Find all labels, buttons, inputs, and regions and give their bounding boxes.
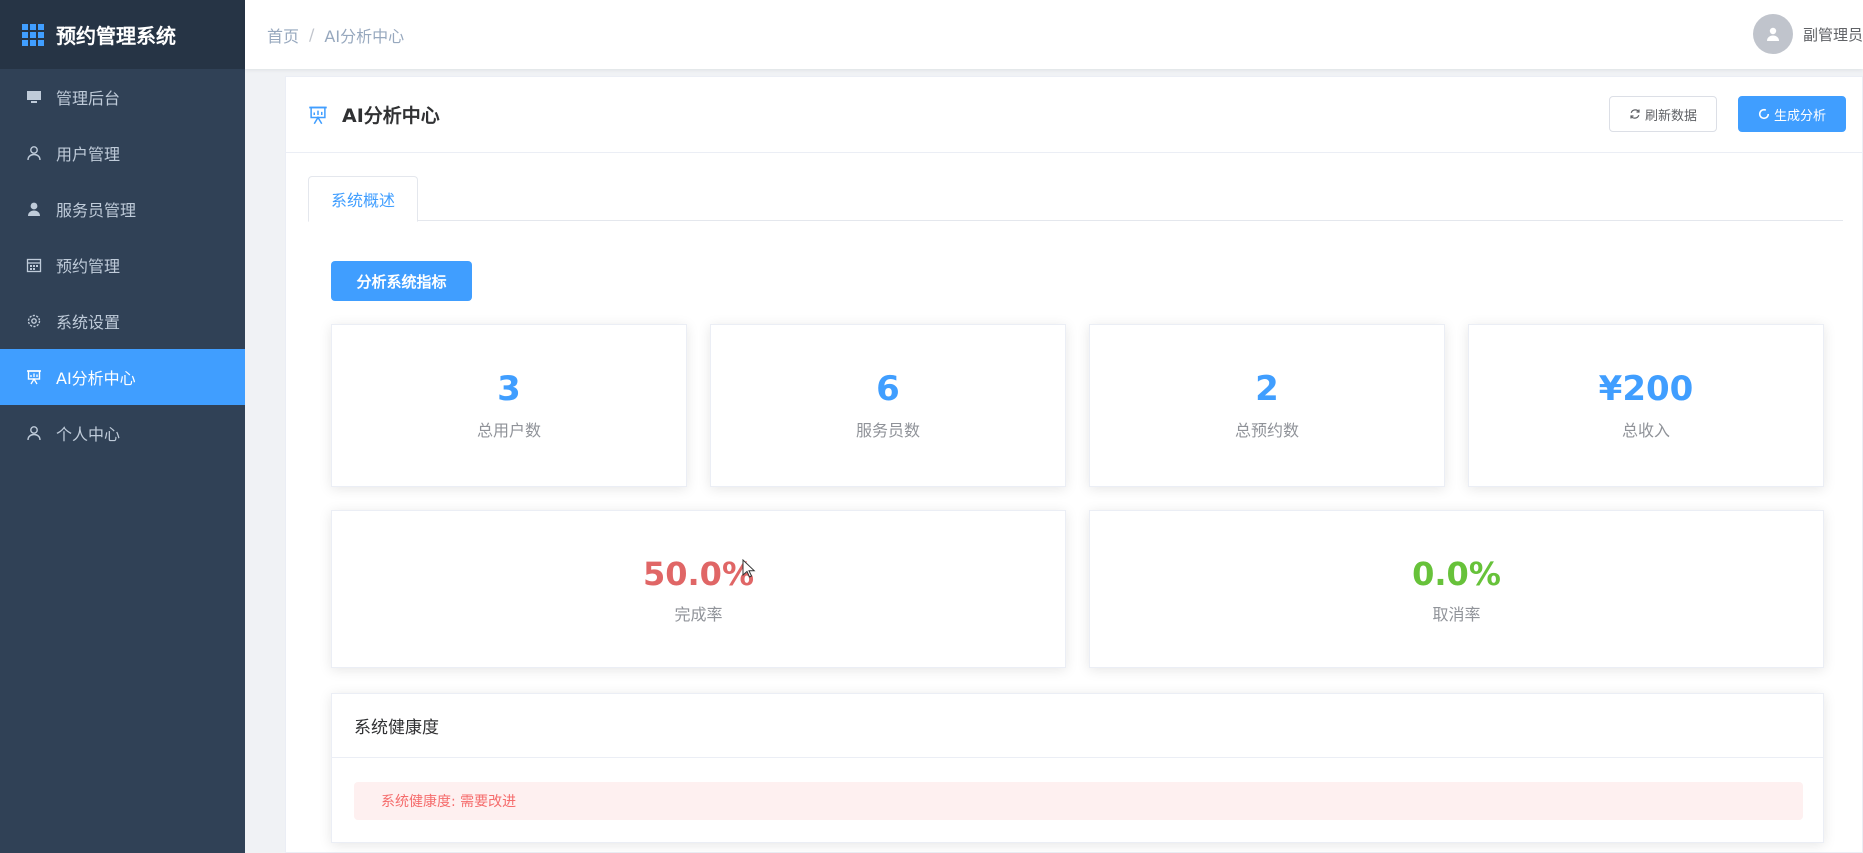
stat-value: 3: [497, 369, 521, 409]
sidebar-item-admin[interactable]: 管理后台: [0, 69, 245, 125]
top-header: 首页 / AI分析中心 副管理员: [245, 0, 1863, 69]
breadcrumb: 首页 / AI分析中心: [267, 23, 404, 47]
user-menu[interactable]: 副管理员: [1752, 14, 1863, 54]
stat-label: 服务员数: [855, 421, 920, 440]
stat-value: ¥200: [1598, 369, 1694, 409]
sidebar-item-label: 个人中心: [56, 425, 121, 444]
refresh-icon: [1630, 109, 1640, 119]
card-header: AI分析中心 刷新数据 生成分析: [286, 77, 1862, 153]
stat-value: 6: [876, 369, 900, 409]
sidebar-item-label: AI分析中心: [56, 369, 136, 388]
refresh-data-button[interactable]: 刷新数据: [1609, 96, 1717, 132]
breadcrumb-home[interactable]: 首页: [267, 23, 299, 47]
rate-label: 完成率: [674, 605, 723, 624]
stat-label: 总预约数: [1234, 421, 1299, 440]
sidebar-item-label: 用户管理: [56, 145, 121, 164]
stat-label: 总用户数: [476, 421, 541, 440]
breadcrumb-current: AI分析中心: [324, 26, 405, 46]
sidebar-item-label: 服务员管理: [56, 201, 137, 220]
system-health-card: 系统健康度 系统健康度: 需要改进: [331, 693, 1824, 843]
refresh-data-label: 刷新数据: [1644, 108, 1697, 124]
presentation-icon: [26, 369, 42, 385]
stat-card-total-users: 3 总用户数: [331, 324, 687, 487]
loading-icon: [1758, 108, 1770, 120]
health-title: 系统健康度: [332, 694, 1823, 758]
rate-card-cancellation: 0.0% 取消率: [1089, 510, 1824, 668]
brand: 预约管理系统: [0, 0, 245, 69]
analyze-metrics-button[interactable]: 分析系统指标: [331, 261, 472, 301]
stat-card-total-revenue: ¥200 总收入: [1468, 324, 1824, 487]
tabs: 系统概述: [308, 176, 1843, 222]
stat-label: 总收入: [1621, 421, 1670, 440]
user-name[interactable]: 副管理员: [1803, 24, 1863, 45]
rate-value: 50.0%: [642, 555, 754, 593]
tab-system-overview[interactable]: 系统概述: [308, 176, 418, 222]
sidebar: 预约管理系统 管理后台 用户管理 服务员管理 预约管理 系统设置 AI分析中心 …: [0, 0, 245, 853]
sidebar-item-users[interactable]: 用户管理: [0, 125, 245, 181]
main-card: AI分析中心 刷新数据 生成分析 系统概述 分析系统指标 3 总用户数 6 服务…: [285, 76, 1863, 853]
sidebar-item-appointments[interactable]: 预约管理: [0, 237, 245, 293]
rate-label: 取消率: [1432, 605, 1481, 624]
generate-analysis-button[interactable]: 生成分析: [1738, 96, 1846, 132]
rate-card-completion: 50.0% 完成率: [331, 510, 1066, 668]
app-title: 预约管理系统: [56, 24, 176, 48]
stat-value: 2: [1255, 369, 1279, 409]
user-icon: [26, 425, 42, 441]
page-title: AI分析中心: [342, 105, 440, 127]
avatar[interactable]: [1752, 14, 1793, 54]
stat-card-waiters: 6 服务员数: [710, 324, 1066, 487]
mouse-cursor-icon: [742, 559, 756, 578]
sidebar-item-label: 系统设置: [56, 313, 121, 332]
monitor-icon: [26, 89, 42, 105]
sidebar-item-label: 预约管理: [56, 257, 121, 276]
breadcrumb-separator: /: [309, 25, 315, 44]
generate-analysis-label: 生成分析: [1773, 108, 1826, 124]
user-solid-icon: [26, 201, 42, 217]
grid-icon: [22, 23, 44, 46]
presentation-icon: [309, 106, 327, 124]
user-avatar-icon: [1766, 27, 1779, 41]
sidebar-item-ai-analysis[interactable]: AI分析中心: [0, 349, 245, 405]
health-alert: 系统健康度: 需要改进: [354, 782, 1803, 820]
sidebar-item-waiters[interactable]: 服务员管理: [0, 181, 245, 237]
stat-card-total-appointments: 2 总预约数: [1089, 324, 1445, 487]
sidebar-menu: 管理后台 用户管理 服务员管理 预约管理 系统设置 AI分析中心 个人中心: [0, 69, 245, 461]
rate-value: 0.0%: [1412, 555, 1501, 593]
calendar-icon: [26, 257, 42, 273]
sidebar-item-label: 管理后台: [56, 89, 121, 108]
user-icon: [26, 145, 42, 161]
gear-icon: [26, 313, 42, 329]
sidebar-item-settings[interactable]: 系统设置: [0, 293, 245, 349]
sidebar-item-profile[interactable]: 个人中心: [0, 405, 245, 461]
